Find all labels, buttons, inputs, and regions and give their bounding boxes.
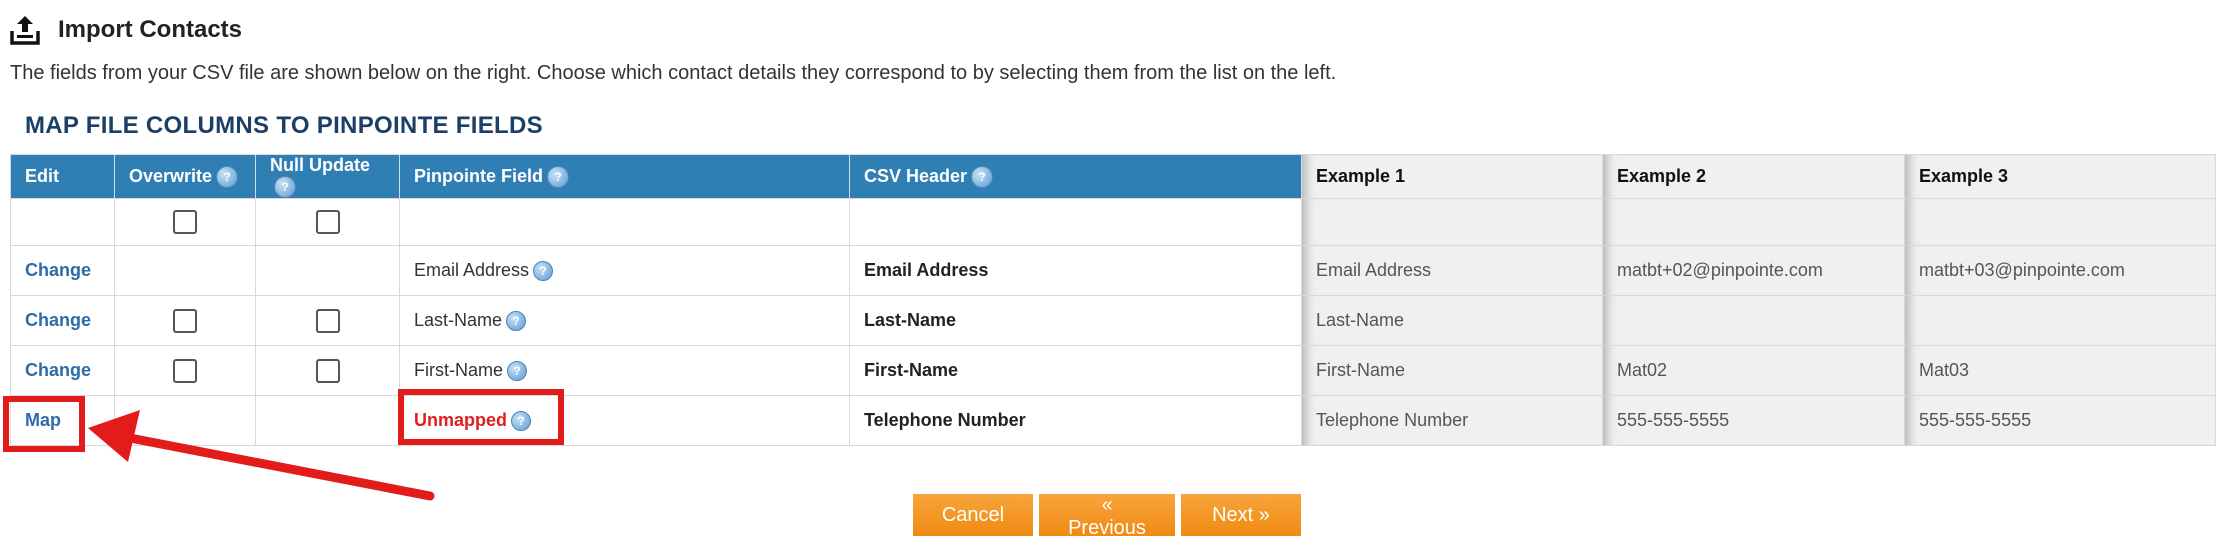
null-update-checkbox[interactable] (315, 308, 340, 333)
table-row: Map Unmapped? Telephone Number Telephone… (10, 395, 2216, 447)
example-3-value: matbt+03@pinpointe.com (1904, 245, 2216, 297)
example-2-value (1602, 295, 1905, 347)
help-icon[interactable]: ? (506, 311, 527, 332)
example-2-value: 555-555-5555 (1602, 395, 1905, 447)
example-1-value: Email Address (1301, 245, 1603, 297)
null-update-all-checkbox[interactable] (315, 210, 340, 235)
help-icon[interactable]: ? (547, 165, 569, 188)
pinpointe-field-value: Last-Name (414, 310, 503, 331)
null-update-checkbox[interactable] (315, 358, 340, 383)
help-icon[interactable]: ? (507, 361, 527, 382)
example-3-value (1904, 295, 2216, 347)
csv-header-value: Telephone Number (849, 395, 1302, 447)
overwrite-checkbox[interactable] (173, 308, 197, 333)
cancel-button[interactable]: Cancel (913, 494, 1033, 536)
change-link[interactable]: Change (25, 260, 91, 280)
header-null-update: Null Update? (255, 153, 400, 200)
previous-button[interactable]: « Previous (1039, 494, 1175, 539)
help-icon[interactable]: ? (216, 165, 239, 188)
table-row: Change Last-Name? Last-Name Last-Name (10, 295, 2216, 347)
section-title: MAP FILE COLUMNS TO PINPOINTE FIELDS (25, 112, 543, 139)
header-csv-header: CSV Header? (849, 153, 1302, 200)
page-header: Import Contacts (8, 10, 242, 50)
select-all-row (10, 198, 2216, 247)
pinpointe-field-value: Email Address (414, 260, 530, 281)
header-example-3: Example 3 (1904, 153, 2216, 200)
example-3-value: 555-555-5555 (1904, 395, 2216, 447)
help-icon[interactable]: ? (274, 176, 296, 199)
page-description: The fields from your CSV file are shown … (10, 62, 1337, 84)
change-link[interactable]: Change (25, 360, 91, 380)
header-overwrite: Overwrite? (114, 153, 256, 200)
example-1-value: Telephone Number (1301, 395, 1603, 447)
example-1-value: First-Name (1301, 345, 1603, 397)
csv-header-value: Last-Name (849, 295, 1302, 347)
page-title: Import Contacts (58, 16, 243, 43)
table-row: Change Email Address? Email Address Emai… (10, 245, 2216, 297)
map-highlight-box (3, 396, 85, 452)
example-3-value: Mat03 (1904, 345, 2216, 397)
csv-header-value: First-Name (849, 345, 1302, 397)
overwrite-all-checkbox[interactable] (173, 210, 197, 235)
help-icon[interactable]: ? (533, 261, 554, 282)
table-row: Change First-Name? First-Name First-Name… (10, 345, 2216, 397)
change-link[interactable]: Change (25, 310, 91, 330)
help-icon[interactable]: ? (971, 165, 994, 188)
header-example-1: Example 1 (1301, 153, 1603, 200)
header-edit: Edit (10, 153, 115, 200)
import-icon (10, 16, 40, 45)
example-2-value: Mat02 (1602, 345, 1905, 397)
csv-header-value: Email Address (849, 245, 1302, 297)
unmapped-highlight-box (398, 389, 564, 445)
header-pinpointe-field: Pinpointe Field? (399, 153, 850, 200)
example-1-value: Last-Name (1301, 295, 1603, 347)
wizard-buttons: Cancel « Previous Next » (913, 494, 1301, 539)
column-mapping-table: Edit Overwrite? Null Update? Pinpointe F… (10, 153, 2216, 447)
next-button[interactable]: Next » (1181, 494, 1301, 536)
overwrite-checkbox[interactable] (173, 358, 197, 383)
example-2-value: matbt+02@pinpointe.com (1602, 245, 1905, 297)
header-example-2: Example 2 (1602, 153, 1905, 200)
pinpointe-field-value: First-Name (414, 360, 503, 381)
